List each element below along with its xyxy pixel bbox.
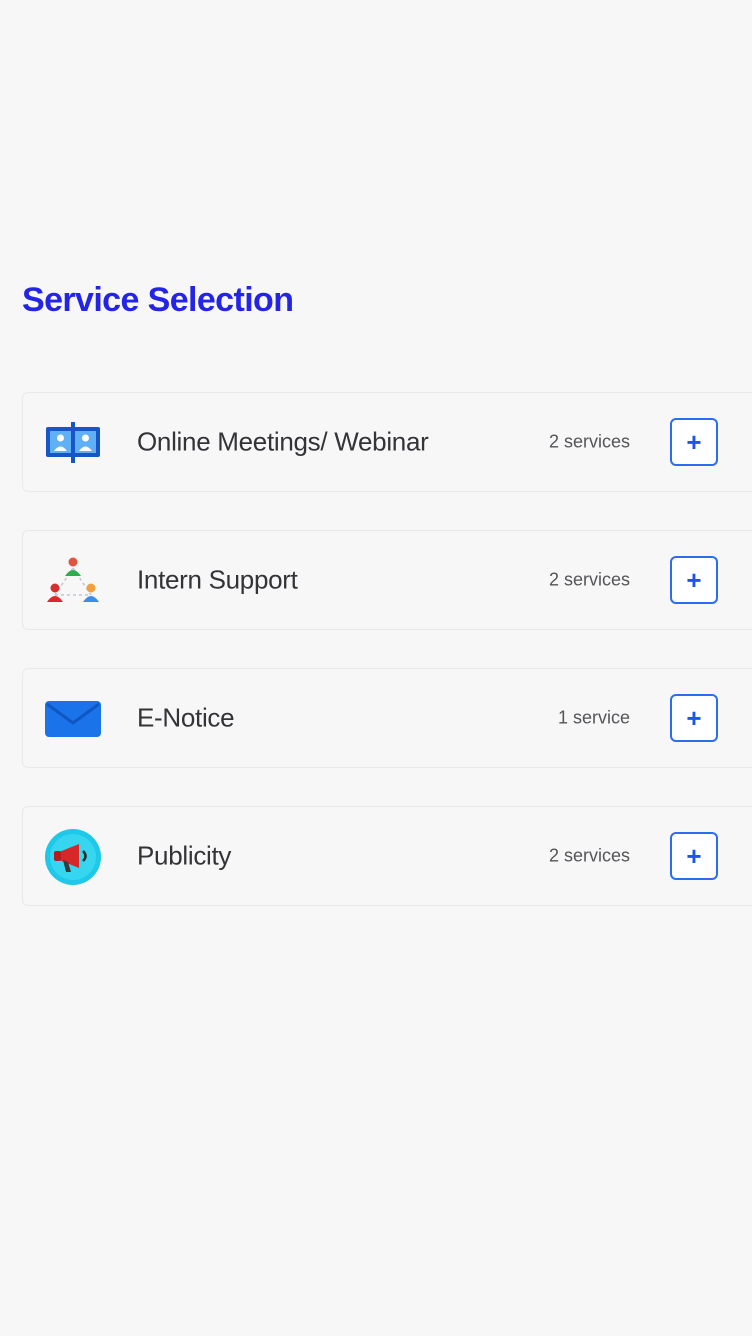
page-title: Service Selection [22, 281, 294, 319]
service-card-publicity[interactable]: Publicity 2 services + [22, 806, 752, 906]
service-card-e-notice[interactable]: E-Notice 1 service + [22, 668, 752, 768]
service-card-online-meetings[interactable]: Online Meetings/ Webinar 2 services + [22, 392, 752, 492]
video-conference-icon [43, 413, 103, 473]
service-name: Publicity [137, 840, 232, 871]
megaphone-icon [43, 827, 103, 887]
add-service-button[interactable]: + [670, 418, 718, 466]
team-network-icon [43, 551, 103, 611]
service-name: Intern Support [137, 564, 298, 595]
add-service-button[interactable]: + [670, 832, 718, 880]
add-service-button[interactable]: + [670, 694, 718, 742]
service-name: Online Meetings/ Webinar [137, 426, 429, 457]
service-count: 2 services [548, 845, 630, 866]
service-count: 2 services [548, 431, 630, 452]
mail-envelope-icon [43, 689, 103, 749]
service-name: E-Notice [137, 702, 235, 733]
service-count: 2 services [548, 569, 630, 590]
service-count: 1 service [557, 707, 630, 728]
add-service-button[interactable]: + [670, 556, 718, 604]
service-list: Online Meetings/ Webinar 2 services + In… [22, 392, 752, 944]
service-card-intern-support[interactable]: Intern Support 2 services + [22, 530, 752, 630]
